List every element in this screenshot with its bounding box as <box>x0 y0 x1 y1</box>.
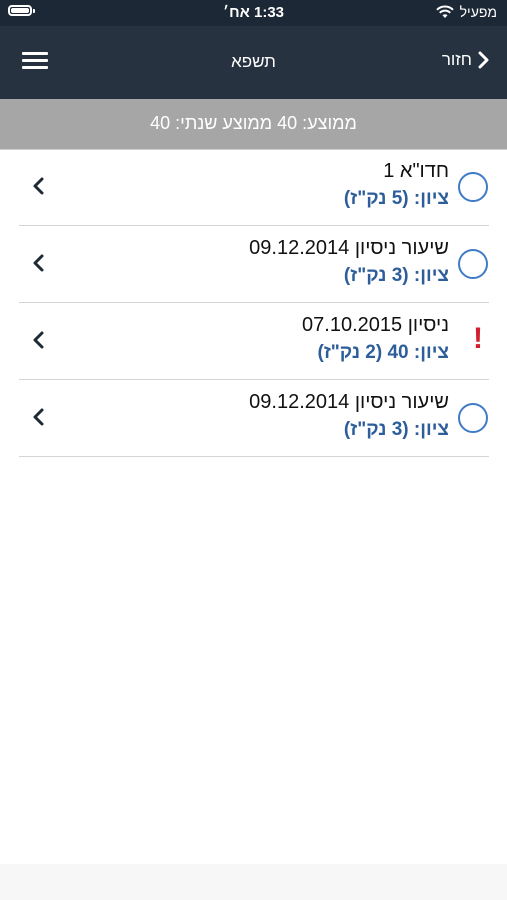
course-title: שיעור ניסיון 09.12.2014 <box>249 237 449 259</box>
carrier-status: מפעיל <box>435 4 497 20</box>
chevron-left-icon <box>31 329 47 351</box>
course-grade: ציון: (3 נק"ז) <box>343 265 449 286</box>
course-title: חדו"א 1 <box>383 160 449 182</box>
status-indicator <box>458 172 489 202</box>
back-label: חזור <box>441 50 472 69</box>
course-title: שיעור ניסיון 09.12.2014 <box>249 391 449 413</box>
chevron-right-icon <box>478 51 489 69</box>
average-summary: ממוצע: 40 ממוצע שנתי: 40 <box>0 99 507 150</box>
average-text: ממוצע: 40 ממוצע שנתי: 40 <box>150 113 357 133</box>
page-title: תשפא <box>231 52 276 71</box>
list-item[interactable]: ! ניסיון 07.10.2015 ציון: 40 (2 נק"ז) <box>19 303 489 380</box>
chevron-left-icon <box>31 175 47 197</box>
course-list: חדו"א 1 ציון: (5 נק"ז) שיעור ניסיון 09.1… <box>19 149 489 457</box>
course-grade: ציון: 40 (2 נק"ז) <box>317 342 450 363</box>
status-indicator <box>458 249 489 279</box>
wifi-icon <box>435 5 454 19</box>
list-item[interactable]: שיעור ניסיון 09.12.2014 ציון: (3 נק"ז) <box>19 226 489 303</box>
bottom-bar <box>0 864 507 900</box>
status-bar: 1:33 אח׳ מפעיל <box>0 0 507 26</box>
course-title: ניסיון 07.10.2015 <box>302 314 449 336</box>
chevron-left-icon <box>31 406 47 428</box>
course-grade: ציון: (5 נק"ז) <box>343 188 449 209</box>
status-indicator <box>458 403 489 433</box>
carrier-label: מפעיל <box>459 4 497 20</box>
list-item[interactable]: חדו"א 1 ציון: (5 נק"ז) <box>19 149 489 226</box>
nav-bar: תשפא חזור <box>0 26 507 99</box>
circle-icon <box>458 172 488 202</box>
list-item[interactable]: שיעור ניסיון 09.12.2014 ציון: (3 נק"ז) <box>19 380 489 457</box>
alert-icon: ! <box>473 322 483 355</box>
status-time: 1:33 אח׳ <box>222 4 285 21</box>
chevron-left-icon <box>31 252 47 274</box>
course-grade: ציון: (3 נק"ז) <box>343 419 449 440</box>
circle-icon <box>458 249 488 279</box>
circle-icon <box>458 403 488 433</box>
back-button[interactable]: חזור <box>442 50 489 70</box>
status-indicator: ! <box>459 322 489 356</box>
